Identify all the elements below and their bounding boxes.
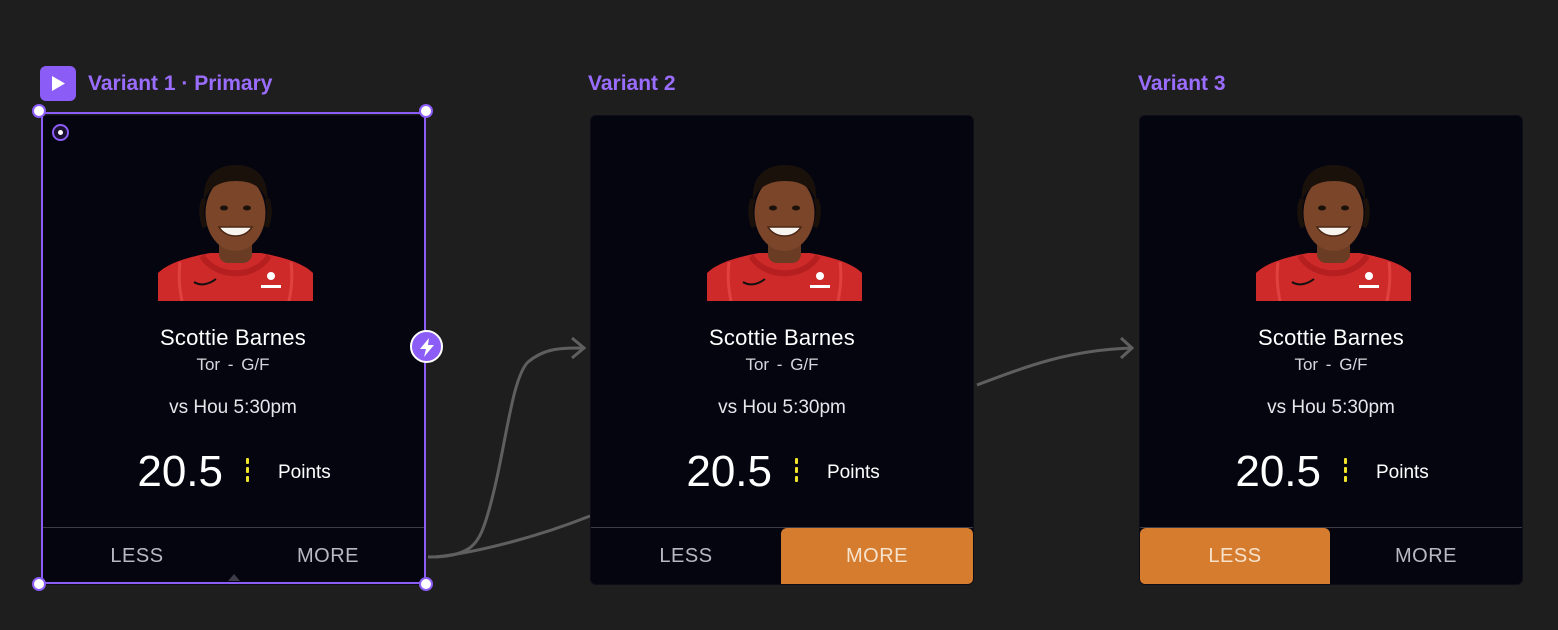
line-value: 20.5 (1235, 447, 1321, 496)
player-prop-card-variant-1[interactable]: Scottie Barnes Tor - G/F vs Hou 5:30pm 2… (41, 115, 425, 585)
pick-row: LESS MORE (42, 527, 424, 584)
player-prop-card-variant-3[interactable]: Scottie Barnes Tor - G/F vs Hou 5:30pm 2… (1139, 115, 1523, 585)
connector-arrowhead-3 (1119, 336, 1135, 360)
more-button[interactable]: MORE (1330, 528, 1522, 584)
player-name: Scottie Barnes (160, 325, 306, 350)
line-value: 20.5 (137, 447, 223, 496)
game-time: vs Hou 5:30pm (1267, 397, 1395, 418)
player-photo (707, 161, 862, 301)
variant-3-title: Variant 3 (1138, 72, 1226, 95)
anchor-point-icon[interactable] (52, 124, 69, 141)
pick-row: LESS MORE (1140, 527, 1522, 584)
connector-variant1-variant2-lower (435, 514, 591, 559)
divider-icon (1344, 458, 1347, 490)
less-button[interactable]: LESS (591, 528, 781, 584)
less-button[interactable]: LESS (42, 528, 232, 584)
play-icon[interactable] (40, 66, 76, 101)
game-time: vs Hou 5:30pm (169, 397, 297, 418)
resize-handle-bottom-right[interactable] (419, 577, 433, 591)
stat-label: Points (827, 462, 880, 483)
team-position: Tor - G/F (745, 355, 819, 374)
variant-1-title: Variant 1 · Primary (88, 72, 273, 95)
team-position: Tor - G/F (196, 355, 270, 374)
connector-arrowhead-2 (571, 336, 587, 360)
pick-row: LESS MORE (591, 527, 973, 584)
team-position: Tor - G/F (1294, 355, 1368, 374)
player-name: Scottie Barnes (1258, 325, 1404, 350)
player-name: Scottie Barnes (709, 325, 855, 350)
divider-icon (246, 458, 249, 490)
player-photo (1256, 161, 1411, 301)
divider-icon (795, 458, 798, 490)
player-photo (158, 161, 313, 301)
variant-2-title: Variant 2 (588, 72, 676, 95)
more-button[interactable]: MORE (232, 528, 424, 584)
resize-handle-top-right[interactable] (419, 104, 433, 118)
player-prop-card-variant-2[interactable]: Scottie Barnes Tor - G/F vs Hou 5:30pm 2… (590, 115, 974, 585)
more-button-selected[interactable]: MORE (781, 528, 973, 584)
less-button-selected[interactable]: LESS (1140, 528, 1330, 584)
stat-label: Points (278, 462, 331, 483)
resize-handle-bottom-left[interactable] (32, 577, 46, 591)
connector-variant2-variant3 (976, 346, 1133, 387)
resize-handle-top-left[interactable] (32, 104, 46, 118)
game-time: vs Hou 5:30pm (718, 397, 846, 418)
stat-label: Points (1376, 462, 1429, 483)
line-value: 20.5 (686, 447, 772, 496)
connector-variant1-variant2 (427, 346, 585, 559)
lightning-bolt-icon[interactable] (410, 330, 443, 363)
notch-icon (228, 574, 240, 581)
